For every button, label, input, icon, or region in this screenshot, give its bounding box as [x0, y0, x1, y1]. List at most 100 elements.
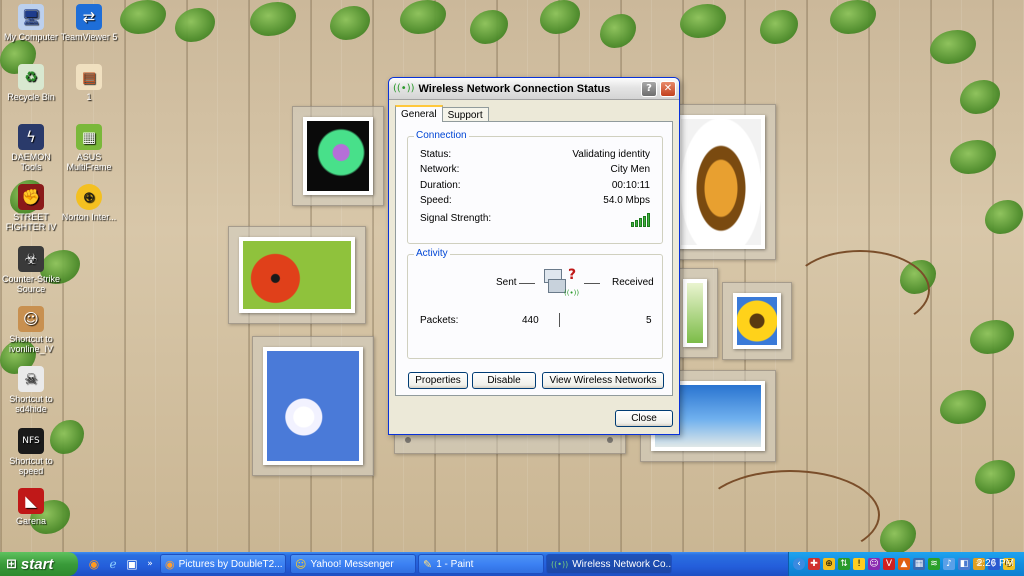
firefox-quicklaunch-icon[interactable]: ◉: [86, 556, 102, 572]
desktop-icon-counter-strike[interactable]: ☣ Counter-Strike Source: [0, 246, 62, 294]
properties-button[interactable]: Properties: [408, 372, 468, 389]
firefox-icon: ◉: [165, 557, 175, 571]
speed-value: 54.0 Mbps: [603, 195, 650, 206]
dialog-title: Wireless Network Connection Status: [418, 82, 611, 95]
system-tray: ‹ ✚ ⊕ ⇅ ! ☺ V ▲ ▦ ≋ ♪ ◧ ☼ ᛒ ☺ 2:26 PM: [788, 552, 1024, 576]
photo-frame-ladybug: [228, 226, 366, 324]
asus-icon: ▦: [76, 124, 102, 150]
task-yahoo-messenger[interactable]: ☺ Yahoo! Messenger: [290, 554, 416, 574]
desktop-icon-my-computer[interactable]: 🖥 My Computer: [0, 4, 62, 42]
tray-display-icon[interactable]: ◧: [958, 558, 970, 570]
desktop-icon-garena[interactable]: ◣ Garena: [0, 488, 62, 526]
sent-line: [519, 283, 535, 284]
connection-group: Connection Status: Validating identity N…: [407, 130, 663, 244]
tray-firewall-icon[interactable]: ▲: [898, 558, 910, 570]
game-icon: ✊: [18, 184, 44, 210]
counter-strike-icon: ☣: [18, 246, 44, 272]
taskbar: ⊞ start ◉ ℯ ▣ » ◉ Pictures by DoubleT2..…: [0, 552, 1024, 576]
tray-messenger-icon[interactable]: ☺: [868, 558, 880, 570]
paint-icon: ✎: [423, 557, 433, 571]
desktop-icon-daemon-tools[interactable]: ϟ DAEMON Tools: [0, 124, 62, 172]
teamviewer-icon: ⇄: [76, 4, 102, 30]
activity-group: Activity Sent ? ((•)) Received Packets: …: [407, 248, 663, 359]
network-value: City Men: [610, 164, 650, 175]
received-label: Received: [612, 277, 654, 288]
signal-bar: [631, 222, 634, 227]
norton-icon: ⊕: [76, 184, 102, 210]
wireless-icon: ((•)): [551, 559, 569, 569]
packets-divider: [559, 313, 560, 327]
tab-support[interactable]: Support: [441, 107, 489, 122]
desktop-icon-recycle-bin[interactable]: ♻ Recycle Bin: [0, 64, 62, 102]
windows-flag-icon: ⊞: [6, 556, 17, 572]
taskbar-clock[interactable]: 2:26 PM: [977, 558, 1014, 569]
tray-volume-icon[interactable]: ♪: [943, 558, 955, 570]
desktop-icon-asus-multiframe[interactable]: ▦ ASUS MultiFrame: [58, 124, 120, 172]
wireless-icon: ((•)): [393, 83, 415, 94]
signal-strength-label: Signal Strength:: [420, 213, 492, 224]
status-label: Status:: [420, 149, 452, 160]
desktop-icon-ivonline[interactable]: ☺ Shortcut to ivonline_IV: [0, 306, 62, 354]
signal-bar: [643, 216, 646, 227]
tray-expand-icon[interactable]: ‹: [793, 558, 805, 570]
desktop-icon-speed[interactable]: NFS Shortcut to speed: [0, 428, 62, 476]
close-window-button[interactable]: ✕: [660, 80, 676, 97]
duration-value: 00:10:11: [611, 180, 650, 191]
desktop-icon-sd4hide[interactable]: ☠ Shortcut to sd4hide: [0, 366, 62, 414]
tray-norton-icon[interactable]: ⊕: [823, 558, 835, 570]
tray-shield-icon[interactable]: ✚: [808, 558, 820, 570]
activity-group-title: Activity: [414, 248, 450, 259]
recycle-bin-icon: ♻: [18, 64, 44, 90]
daemon-tools-icon: ϟ: [18, 124, 44, 150]
show-desktop-icon[interactable]: ▣: [124, 556, 140, 572]
photo-frame-bee: [666, 104, 776, 260]
tray-security-icon[interactable]: !: [853, 558, 865, 570]
desktop-icon-norton[interactable]: ⊕ Norton Inter...: [58, 184, 120, 222]
status-value: Validating identity: [572, 149, 650, 160]
speed-label: Speed:: [420, 195, 452, 206]
dialog-tabs: General Support: [395, 105, 489, 122]
tab-general[interactable]: General: [395, 105, 443, 122]
nfs-icon: NFS: [18, 428, 44, 454]
signal-bar: [647, 213, 650, 227]
tray-wireless-icon[interactable]: ≋: [928, 558, 940, 570]
yahoo-messenger-icon: ☺: [295, 557, 307, 571]
disable-button[interactable]: Disable: [472, 372, 536, 389]
shortcut-icon: ☺: [18, 306, 44, 332]
signal-bar: [635, 220, 638, 227]
dialog-titlebar[interactable]: ((•)) Wireless Network Connection Status…: [389, 78, 679, 100]
connection-group-title: Connection: [414, 130, 469, 141]
tray-monitor-icon[interactable]: ▦: [913, 558, 925, 570]
packets-label: Packets:: [420, 315, 459, 326]
received-line: [584, 283, 600, 284]
file-icon: ▤: [76, 64, 102, 90]
start-label: start: [20, 555, 54, 573]
photo-frame-flower: [292, 106, 384, 206]
signal-strength-icon: [631, 213, 650, 227]
task-paint[interactable]: ✎ 1 - Paint: [418, 554, 544, 574]
tray-network-icon[interactable]: ⇅: [838, 558, 850, 570]
tab-panel-general: Connection Status: Validating identity N…: [395, 121, 673, 396]
duration-label: Duration:: [420, 180, 461, 191]
desktop-icon-street-fighter[interactable]: ✊ STREET FIGHTER IV: [0, 184, 62, 232]
ie-quicklaunch-icon[interactable]: ℯ: [105, 556, 121, 572]
close-button[interactable]: Close: [615, 410, 673, 427]
desktop-icon-teamviewer[interactable]: ⇄ TeamViewer 5: [58, 4, 120, 42]
sent-label: Sent: [496, 277, 517, 288]
photo-frame-sunflower: [722, 282, 792, 360]
garena-icon: ◣: [18, 488, 44, 514]
tray-antivirus-icon[interactable]: V: [883, 558, 895, 570]
network-activity-icon: ? ((•)): [542, 265, 582, 299]
task-firefox[interactable]: ◉ Pictures by DoubleT2...: [160, 554, 286, 574]
view-wireless-networks-button[interactable]: View Wireless Networks: [542, 372, 664, 389]
packets-sent-value: 440: [522, 315, 539, 326]
help-button[interactable]: ?: [641, 80, 657, 97]
wireless-status-dialog: ((•)) Wireless Network Connection Status…: [388, 77, 680, 435]
task-wireless-network[interactable]: ((•)) Wireless Network Co...: [546, 554, 672, 574]
start-button[interactable]: ⊞ start: [0, 552, 78, 576]
quicklaunch-expand-icon[interactable]: »: [142, 556, 158, 572]
skull-icon: ☠: [18, 366, 44, 392]
desktop-icon-file-1[interactable]: ▤ 1: [58, 64, 120, 102]
network-label: Network:: [420, 164, 460, 175]
signal-bar: [639, 218, 642, 227]
